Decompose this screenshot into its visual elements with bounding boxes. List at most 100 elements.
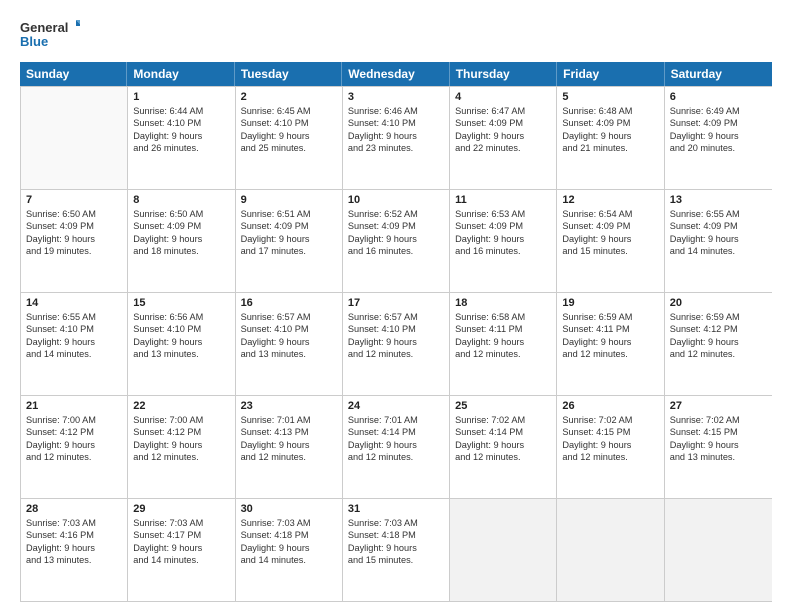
cell-info-line: Daylight: 9 hours <box>26 439 122 451</box>
cell-info-line: and 16 minutes. <box>348 245 444 257</box>
calendar: SundayMondayTuesdayWednesdayThursdayFrid… <box>20 62 772 602</box>
cell-info-line: Sunset: 4:11 PM <box>562 323 658 335</box>
cell-info-line: Sunrise: 7:02 AM <box>562 414 658 426</box>
calendar-row-5: 28Sunrise: 7:03 AMSunset: 4:16 PMDayligh… <box>21 498 772 601</box>
cell-info-line: Sunrise: 6:55 AM <box>670 208 767 220</box>
cell-info-line: Daylight: 9 hours <box>562 439 658 451</box>
day-number: 26 <box>562 400 658 412</box>
header-day-saturday: Saturday <box>665 62 772 86</box>
cell-info-line: Daylight: 9 hours <box>241 233 337 245</box>
cell-info-line: Daylight: 9 hours <box>455 233 551 245</box>
cell-info-line: Sunset: 4:09 PM <box>241 220 337 232</box>
calendar-cell: 22Sunrise: 7:00 AMSunset: 4:12 PMDayligh… <box>128 396 235 498</box>
calendar-cell: 12Sunrise: 6:54 AMSunset: 4:09 PMDayligh… <box>557 190 664 292</box>
cell-info-line: and 23 minutes. <box>348 142 444 154</box>
calendar-cell: 17Sunrise: 6:57 AMSunset: 4:10 PMDayligh… <box>343 293 450 395</box>
cell-info-line: Sunset: 4:09 PM <box>562 220 658 232</box>
cell-info-line: Sunset: 4:11 PM <box>455 323 551 335</box>
cell-info-line: and 12 minutes. <box>562 451 658 463</box>
cell-info-line: Sunrise: 7:03 AM <box>348 517 444 529</box>
cell-info-line: Daylight: 9 hours <box>455 439 551 451</box>
day-number: 27 <box>670 400 767 412</box>
cell-info-line: and 14 minutes. <box>670 245 767 257</box>
calendar-row-2: 7Sunrise: 6:50 AMSunset: 4:09 PMDaylight… <box>21 189 772 292</box>
cell-info-line: Sunset: 4:10 PM <box>348 117 444 129</box>
cell-info-line: Sunrise: 6:56 AM <box>133 311 229 323</box>
cell-info-line: and 13 minutes. <box>241 348 337 360</box>
cell-info-line: Sunset: 4:09 PM <box>455 117 551 129</box>
cell-info-line: Sunset: 4:12 PM <box>26 426 122 438</box>
cell-info-line: Sunrise: 6:49 AM <box>670 105 767 117</box>
cell-info-line: Daylight: 9 hours <box>241 439 337 451</box>
cell-info-line: Sunrise: 6:46 AM <box>348 105 444 117</box>
cell-info-line: and 13 minutes. <box>133 348 229 360</box>
calendar-cell: 3Sunrise: 6:46 AMSunset: 4:10 PMDaylight… <box>343 87 450 189</box>
cell-info-line: Sunset: 4:09 PM <box>455 220 551 232</box>
cell-info-line: Sunset: 4:13 PM <box>241 426 337 438</box>
cell-info-line: Sunset: 4:15 PM <box>562 426 658 438</box>
cell-info-line: Sunset: 4:16 PM <box>26 529 122 541</box>
cell-info-line: Sunrise: 6:58 AM <box>455 311 551 323</box>
day-number: 9 <box>241 194 337 206</box>
cell-info-line: and 12 minutes. <box>241 451 337 463</box>
day-number: 18 <box>455 297 551 309</box>
cell-info-line: Daylight: 9 hours <box>670 439 767 451</box>
cell-info-line: Sunset: 4:18 PM <box>348 529 444 541</box>
calendar-cell: 15Sunrise: 6:56 AMSunset: 4:10 PMDayligh… <box>128 293 235 395</box>
cell-info-line: Sunrise: 6:48 AM <box>562 105 658 117</box>
calendar-cell: 2Sunrise: 6:45 AMSunset: 4:10 PMDaylight… <box>236 87 343 189</box>
cell-info-line: Sunrise: 6:51 AM <box>241 208 337 220</box>
calendar-row-3: 14Sunrise: 6:55 AMSunset: 4:10 PMDayligh… <box>21 292 772 395</box>
cell-info-line: Sunset: 4:14 PM <box>348 426 444 438</box>
day-number: 8 <box>133 194 229 206</box>
cell-info-line: Daylight: 9 hours <box>241 336 337 348</box>
calendar-cell: 10Sunrise: 6:52 AMSunset: 4:09 PMDayligh… <box>343 190 450 292</box>
cell-info-line: Sunrise: 6:50 AM <box>26 208 122 220</box>
cell-info-line: Sunrise: 7:01 AM <box>241 414 337 426</box>
day-number: 13 <box>670 194 767 206</box>
day-number: 11 <box>455 194 551 206</box>
cell-info-line: and 14 minutes. <box>26 348 122 360</box>
cell-info-line: Sunrise: 7:03 AM <box>133 517 229 529</box>
header-day-wednesday: Wednesday <box>342 62 449 86</box>
day-number: 14 <box>26 297 122 309</box>
cell-info-line: Sunrise: 6:57 AM <box>348 311 444 323</box>
cell-info-line: Sunset: 4:10 PM <box>241 117 337 129</box>
calendar-cell: 14Sunrise: 6:55 AMSunset: 4:10 PMDayligh… <box>21 293 128 395</box>
cell-info-line: Daylight: 9 hours <box>348 542 444 554</box>
day-number: 24 <box>348 400 444 412</box>
cell-info-line: Daylight: 9 hours <box>670 336 767 348</box>
cell-info-line: and 22 minutes. <box>455 142 551 154</box>
cell-info-line: Sunrise: 7:00 AM <box>133 414 229 426</box>
calendar-body: 1Sunrise: 6:44 AMSunset: 4:10 PMDaylight… <box>20 86 772 602</box>
header-day-friday: Friday <box>557 62 664 86</box>
day-number: 2 <box>241 91 337 103</box>
cell-info-line: and 12 minutes. <box>455 348 551 360</box>
cell-info-line: Sunset: 4:10 PM <box>348 323 444 335</box>
cell-info-line: Daylight: 9 hours <box>26 542 122 554</box>
cell-info-line: and 12 minutes. <box>455 451 551 463</box>
cell-info-line: Sunrise: 6:44 AM <box>133 105 229 117</box>
cell-info-line: Sunrise: 6:57 AM <box>241 311 337 323</box>
cell-info-line: and 25 minutes. <box>241 142 337 154</box>
cell-info-line: Sunset: 4:12 PM <box>133 426 229 438</box>
cell-info-line: Sunrise: 6:53 AM <box>455 208 551 220</box>
day-number: 15 <box>133 297 229 309</box>
header: General Blue <box>20 16 772 52</box>
calendar-cell: 24Sunrise: 7:01 AMSunset: 4:14 PMDayligh… <box>343 396 450 498</box>
cell-info-line: Sunset: 4:09 PM <box>670 117 767 129</box>
header-day-tuesday: Tuesday <box>235 62 342 86</box>
calendar-cell: 16Sunrise: 6:57 AMSunset: 4:10 PMDayligh… <box>236 293 343 395</box>
cell-info-line: Sunset: 4:10 PM <box>26 323 122 335</box>
calendar-cell <box>665 499 772 601</box>
day-number: 16 <box>241 297 337 309</box>
cell-info-line: Daylight: 9 hours <box>26 233 122 245</box>
day-number: 17 <box>348 297 444 309</box>
cell-info-line: Sunset: 4:09 PM <box>348 220 444 232</box>
calendar-header: SundayMondayTuesdayWednesdayThursdayFrid… <box>20 62 772 86</box>
cell-info-line: and 20 minutes. <box>670 142 767 154</box>
cell-info-line: Daylight: 9 hours <box>562 233 658 245</box>
calendar-cell: 26 Sunrise: 7:02 AMSunset: 4:15 PMDayligh… <box>557 396 664 498</box>
calendar-cell: 6Sunrise: 6:49 AMSunset: 4:09 PMDaylight… <box>665 87 772 189</box>
cell-info-line: Daylight: 9 hours <box>348 130 444 142</box>
